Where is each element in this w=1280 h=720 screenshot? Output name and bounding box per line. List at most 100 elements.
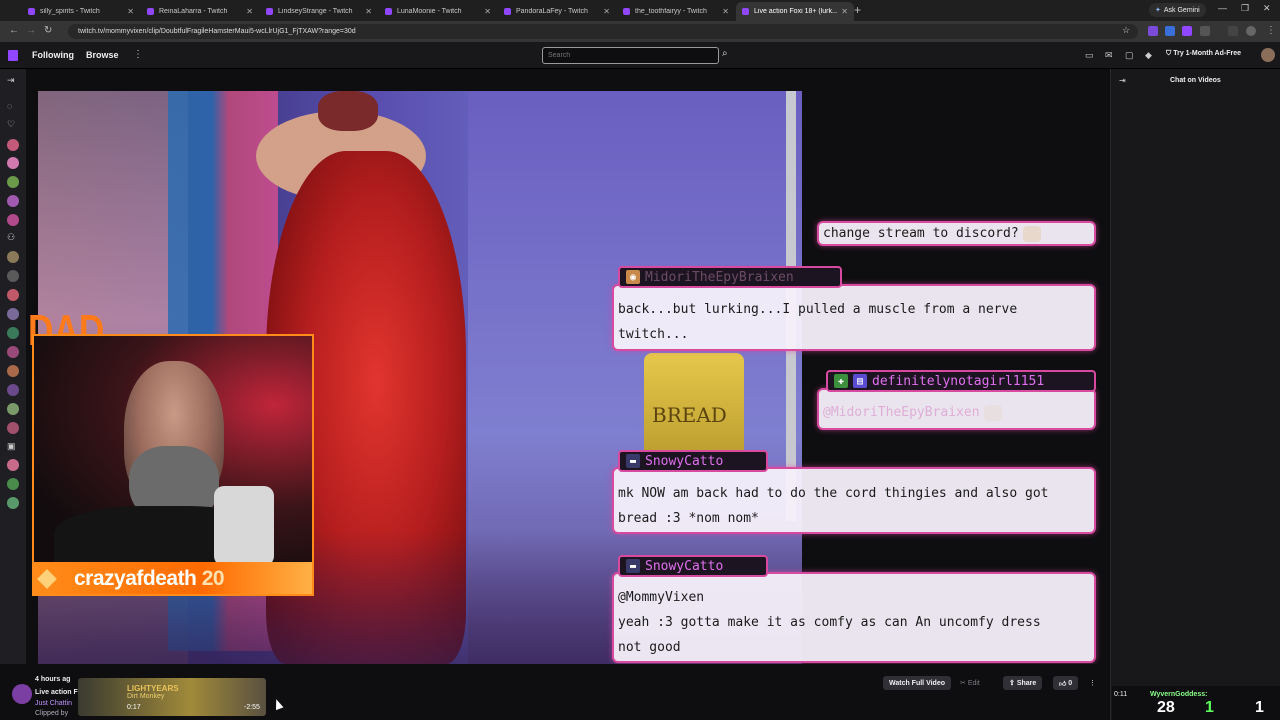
chat-message-line: back...but lurking...I pulled a muscle f… <box>618 302 1018 317</box>
bits-icon[interactable]: ◆ <box>1145 50 1152 61</box>
chat-username: definitelynotagirl1151 <box>872 373 1045 389</box>
ask-gemini-button[interactable]: ✦ Ask Gemini <box>1149 3 1206 17</box>
back-icon[interactable]: ← <box>9 25 19 36</box>
user-avatar[interactable] <box>1261 48 1275 62</box>
channel-avatar[interactable] <box>7 497 19 509</box>
close-icon[interactable]: ✕ <box>841 7 848 16</box>
tab-title: LindseyStrange - Twitch <box>278 8 353 15</box>
collapse-chat-icon[interactable]: ⇥ <box>1119 76 1126 85</box>
channel-avatar[interactable] <box>7 365 19 377</box>
chat-username: SnowyCatto <box>645 453 724 469</box>
clip-time-ago: 4 hours ag <box>35 676 71 683</box>
search-input[interactable] <box>542 47 719 64</box>
song-elapsed: 0:17 <box>127 704 141 711</box>
extension-icon[interactable] <box>1165 26 1175 36</box>
watch-full-video-button[interactable]: Watch Full Video <box>883 676 952 690</box>
chat-panel <box>1110 69 1280 720</box>
channel-avatar[interactable] <box>7 251 19 263</box>
channel-avatar[interactable] <box>7 459 19 471</box>
browser-tab-active[interactable]: Live action Foxi 18+ (lurk... ✕ <box>736 2 854 21</box>
chat-message-line: twitch... <box>618 327 689 342</box>
channel-avatar[interactable] <box>7 403 19 415</box>
browser-tab[interactable]: LindseyStrange - Twitch ✕ <box>260 2 378 21</box>
browser-tab[interactable]: silly_spirits - Twitch ✕ <box>22 2 140 21</box>
channel-avatar[interactable] <box>7 157 19 169</box>
chat-bubble: change stream to discord? <box>817 221 1096 246</box>
forward-icon[interactable]: → <box>26 25 36 36</box>
channel-avatar[interactable] <box>7 422 19 434</box>
search-icon[interactable]: ⌕ <box>722 48 728 59</box>
emote-icon <box>983 404 1002 421</box>
channel-avatar[interactable] <box>7 327 19 339</box>
heart-icon[interactable]: ♡ <box>7 119 15 130</box>
close-icon[interactable]: ✕ <box>246 7 253 16</box>
following-link[interactable]: Following <box>32 50 74 60</box>
edit-button[interactable]: ✂ Edit <box>960 676 980 690</box>
close-icon[interactable]: ✕ <box>722 7 729 16</box>
bookmark-star-icon[interactable]: ☆ <box>1122 25 1130 36</box>
twitch-logo-icon[interactable] <box>8 50 18 61</box>
window-close-icon[interactable]: ✕ <box>1263 3 1271 14</box>
browse-link[interactable]: Browse <box>86 50 119 60</box>
reload-icon[interactable]: ↻ <box>44 25 52 36</box>
channel-avatar[interactable] <box>7 384 19 396</box>
channel-avatar[interactable] <box>7 308 19 320</box>
maximize-icon[interactable]: ❐ <box>1241 3 1249 14</box>
notifications-icon[interactable]: ▢ <box>1125 50 1134 61</box>
close-icon[interactable]: ✕ <box>127 7 134 16</box>
twitch-favicon-icon <box>742 8 749 15</box>
channel-avatar[interactable] <box>7 195 19 207</box>
browser-tab[interactable]: LunaMoonie - Twitch ✕ <box>379 2 497 21</box>
edit-label: Edit <box>967 679 980 687</box>
recommended-icon[interactable]: ⚇ <box>7 232 15 243</box>
close-icon[interactable]: ✕ <box>365 7 372 16</box>
url-bar[interactable]: twitch.tv/mommyvixen/clip/DoubtfulFragil… <box>68 24 1138 39</box>
tab-title: ReinaLaharra - Twitch <box>159 8 228 15</box>
browser-tab[interactable]: the_toothfairyy - Twitch ✕ <box>617 2 735 21</box>
clip-title[interactable]: Live action F <box>35 689 78 696</box>
close-icon[interactable]: ✕ <box>484 7 491 16</box>
channel-avatar[interactable] <box>7 289 19 301</box>
channel-avatar[interactable] <box>7 478 19 490</box>
profile-icon[interactable] <box>1246 26 1256 36</box>
extension-icon[interactable] <box>1148 26 1158 36</box>
more-icon[interactable]: ⋮ <box>133 49 143 60</box>
whispers-icon[interactable]: ✉ <box>1105 50 1113 61</box>
twitch-favicon-icon <box>28 8 35 15</box>
ad-free-button[interactable]: ⛉ Try 1-Month Ad-Free <box>1166 50 1241 58</box>
expand-sidebar-icon[interactable]: ⇥ <box>7 75 15 86</box>
channel-avatar[interactable] <box>7 346 19 358</box>
camera-icon[interactable]: ▣ <box>7 441 16 452</box>
extension-icon[interactable] <box>1182 26 1192 36</box>
chat-username: SnowyCatto <box>645 558 724 574</box>
extension-icon[interactable] <box>1200 26 1210 36</box>
tab-title: PandoraLaFey - Twitch <box>516 8 588 15</box>
chat-message: change stream to discord? <box>823 221 1041 246</box>
more-options-icon[interactable]: ⋮ <box>1089 676 1096 690</box>
browser-tab[interactable]: ReinaLaharra - Twitch ✕ <box>141 2 259 21</box>
following-icon[interactable]: ◌ <box>7 101 12 111</box>
clip-category[interactable]: Just Chattin <box>35 700 72 707</box>
clipped-by: Clipped by <box>35 710 69 717</box>
inbox-icon[interactable]: ▭ <box>1085 50 1094 61</box>
channel-avatar[interactable] <box>7 270 19 282</box>
like-button[interactable]: 👍︎ 0 <box>1053 676 1079 690</box>
scissors-icon: ✂ <box>960 680 968 687</box>
minimize-icon[interactable]: — <box>1218 3 1227 13</box>
browser-tab[interactable]: PandoraLaFey - Twitch ✕ <box>498 2 616 21</box>
new-tab-button[interactable]: + <box>854 3 861 17</box>
extension-icon[interactable] <box>1228 26 1238 36</box>
channel-avatar[interactable] <box>7 176 19 188</box>
browser-menu-icon[interactable]: ⋮ <box>1266 25 1276 36</box>
tab-title: silly_spirits - Twitch <box>40 8 100 15</box>
channel-avatar[interactable] <box>12 684 32 704</box>
chat-bubble: @MidoriTheEpyBraixen <box>817 388 1096 430</box>
chat-mention: @MidoriTheEpyBraixen <box>823 400 1002 425</box>
share-button[interactable]: ⇪ Share <box>1003 676 1043 690</box>
channel-avatar[interactable] <box>7 139 19 151</box>
close-icon[interactable]: ✕ <box>603 7 610 16</box>
twitch-favicon-icon <box>147 8 154 15</box>
channel-avatar[interactable] <box>7 214 19 226</box>
chat-message-text: change stream to discord? <box>823 226 1019 241</box>
chat-message-line: yeah :3 gotta make it as comfy as can An… <box>618 615 1041 630</box>
